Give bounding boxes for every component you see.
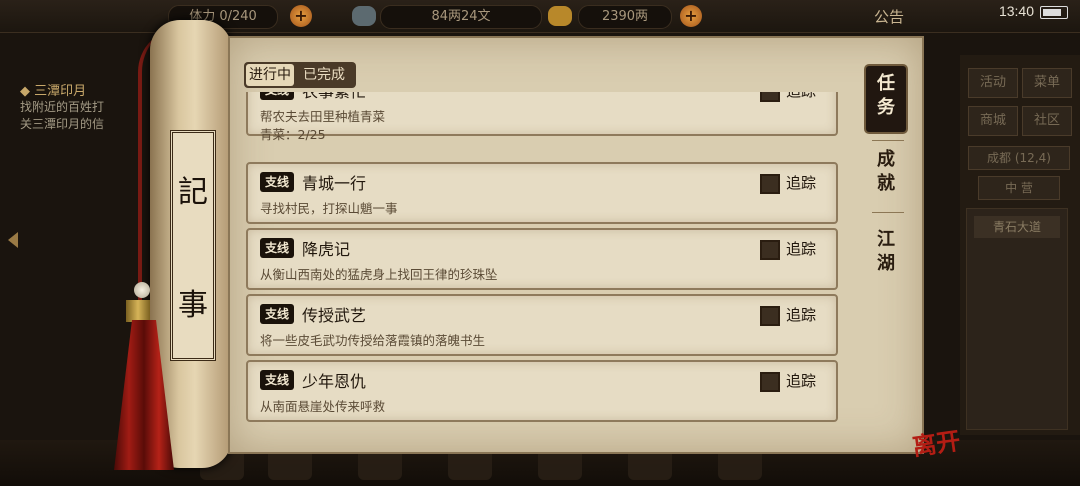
- collapse-arrow-icon[interactable]: [8, 232, 18, 248]
- money-value: 84两24文: [380, 5, 542, 29]
- quest-type-badge: 支线: [260, 238, 294, 258]
- stamina-value: 0/240: [219, 9, 257, 24]
- quest-desc: 将一些皮毛武功传授给落霞镇的落魄书生: [260, 333, 486, 348]
- track-label: 追踪: [786, 174, 817, 192]
- quest-type-badge: 支线: [260, 92, 294, 100]
- quest-desc: 帮农夫去田里种植青菜: [260, 109, 386, 124]
- quest-status-tabs: 进行中 已完成: [244, 62, 356, 88]
- battery-icon: [1040, 6, 1068, 19]
- tab-completed[interactable]: 已完成: [300, 64, 348, 86]
- tab-quests[interactable]: 任务: [866, 66, 906, 132]
- clock: 13:40: [998, 3, 1034, 19]
- tab-in-progress[interactable]: 进行中: [246, 64, 294, 86]
- rod-char: 事: [178, 287, 208, 323]
- track-label: 追踪: [786, 240, 817, 258]
- add-gold-button[interactable]: +: [680, 5, 702, 27]
- rod-char: 記: [178, 175, 208, 211]
- quest-title: 农事繁忙: [302, 92, 366, 102]
- quest-title: 传授武艺: [302, 306, 367, 325]
- quest-list[interactable]: 支线 农事繁忙 帮农夫去田里种植青菜 青菜：2/25 追踪 支线 青城一行 寻找…: [244, 92, 838, 432]
- quest-title: 青城一行: [302, 174, 367, 193]
- track-checkbox[interactable]: [760, 92, 780, 102]
- quest-card[interactable]: 支线 农事繁忙 帮农夫去田里种植青菜 青菜：2/25 追踪: [246, 92, 838, 142]
- quest-desc: 从衡山西南处的猛虎身上找回王律的珍珠坠: [260, 267, 498, 282]
- quest-title: 少年恩仇: [302, 372, 367, 391]
- tab-jianghu-label: 江湖: [877, 229, 895, 274]
- tab-jianghu[interactable]: 江湖: [866, 228, 906, 282]
- track-label: 追踪: [786, 92, 816, 101]
- quest-title: 降虎记: [302, 240, 351, 259]
- tassel-cap: [126, 300, 150, 322]
- quest-progress: 青菜：2/25: [260, 127, 326, 142]
- quest-card[interactable]: 支线 少年恩仇 从南面悬崖处传来呼救 追踪: [246, 360, 838, 422]
- tab-divider: [872, 140, 904, 141]
- activity-button[interactable]: 活动: [968, 68, 1018, 98]
- quest-type-badge: 支线: [260, 172, 294, 192]
- minimap-box: [966, 208, 1068, 430]
- quest-card[interactable]: 支线 传授武艺 将一些皮毛武功传授给落霞镇的落魄书生 追踪: [246, 294, 838, 356]
- track-checkbox[interactable]: [760, 174, 780, 194]
- track-label: 追踪: [786, 306, 817, 324]
- tab-achievements-label: 成就: [877, 149, 895, 194]
- quest-type-badge: 支线: [260, 370, 294, 390]
- add-stamina-button[interactable]: +: [290, 5, 312, 27]
- quest-desc: 寻找村民，打探山魈一事: [260, 201, 398, 216]
- menu-button[interactable]: 菜单: [1022, 68, 1072, 98]
- shop-button[interactable]: 商城: [968, 106, 1018, 136]
- tab-divider: [872, 212, 904, 213]
- track-label: 追踪: [786, 372, 817, 390]
- quest-desc: 从南面悬崖处传来呼救: [260, 399, 386, 414]
- silver-icon: [352, 6, 376, 26]
- leave-button[interactable]: 离开: [910, 421, 962, 462]
- tab-quests-label: 任务: [877, 73, 895, 118]
- gold-value: 2390两: [578, 5, 672, 29]
- location-display: 成都 (12,4): [968, 146, 1070, 170]
- tab-achievements[interactable]: 成就: [866, 148, 906, 202]
- quest-card[interactable]: 支线 降虎记 从衡山西南处的猛虎身上找回王律的珍珠坠 追踪: [246, 228, 838, 290]
- gold-ingot-icon: [548, 6, 572, 26]
- community-button[interactable]: 社区: [1022, 106, 1072, 136]
- jade-bead-icon: [134, 282, 150, 298]
- journal-category-tabs: 任务 成就 江湖: [858, 52, 912, 432]
- scroll-rod-label: 記 事: [170, 130, 216, 361]
- track-checkbox[interactable]: [760, 372, 780, 392]
- notice-button[interactable]: 公告: [874, 6, 904, 27]
- track-checkbox[interactable]: [760, 240, 780, 260]
- quest-type-badge: 支线: [260, 304, 294, 324]
- track-checkbox[interactable]: [760, 306, 780, 326]
- area-tag[interactable]: 青石大道: [974, 216, 1060, 238]
- quest-card[interactable]: 支线 青城一行 寻找村民，打探山魈一事 追踪: [246, 162, 838, 224]
- location-sub: 中 营: [978, 176, 1060, 200]
